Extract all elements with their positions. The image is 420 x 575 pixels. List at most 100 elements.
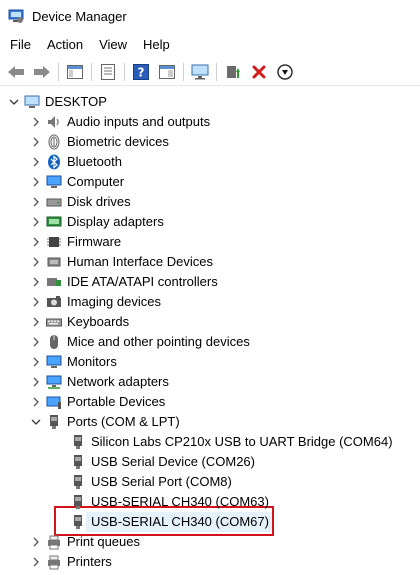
- category-printers[interactable]: Printers: [30, 552, 112, 572]
- red-x-icon: [252, 65, 266, 78]
- mouse-icon: [46, 334, 62, 350]
- menu-file[interactable]: File: [0, 34, 39, 56]
- category-firmware[interactable]: Firmware: [30, 232, 121, 252]
- expand-chevron-icon[interactable]: [30, 392, 42, 412]
- category-display[interactable]: Display adapters: [30, 212, 164, 232]
- category-audio-label: Audio inputs and outputs: [67, 114, 211, 129]
- pane-icon: [159, 64, 175, 79]
- show-hide-console-tree-button[interactable]: [65, 62, 85, 82]
- category-computer[interactable]: Computer: [30, 172, 124, 192]
- properties-button[interactable]: [98, 62, 118, 82]
- expand-chevron-icon[interactable]: [30, 332, 42, 352]
- expand-chevron-icon[interactable]: [30, 312, 42, 332]
- port-device-label: Silicon Labs CP210x USB to UART Bridge (…: [91, 434, 393, 449]
- console-tree-icon: [67, 64, 83, 79]
- expand-chevron-icon[interactable]: [30, 252, 42, 272]
- back-arrow-icon: [8, 65, 24, 78]
- category-monitors[interactable]: Monitors: [30, 352, 117, 372]
- port-device-item[interactable]: USB Serial Port (COM8): [70, 472, 232, 492]
- category-display-label: Display adapters: [67, 214, 164, 229]
- monitor-icon: [46, 174, 62, 190]
- collapse-chevron-icon[interactable]: [8, 92, 20, 112]
- ide-controller-icon: [46, 274, 62, 290]
- toolbar-separator: [216, 62, 217, 81]
- category-portable[interactable]: Portable Devices: [30, 392, 165, 412]
- collapse-chevron-icon[interactable]: [30, 412, 42, 432]
- category-biometric-label: Biometric devices: [67, 134, 169, 149]
- expand-chevron-icon[interactable]: [30, 552, 42, 572]
- svg-text:?: ?: [138, 65, 145, 79]
- category-keyboards[interactable]: Keyboards: [30, 312, 129, 332]
- disable-device-button[interactable]: [275, 62, 295, 82]
- update-driver-icon: [227, 65, 240, 78]
- port-device-label: USB Serial Port (COM8): [91, 474, 232, 489]
- port-device-item[interactable]: USB-SERIAL CH340 (COM63): [70, 492, 269, 512]
- tree-root-label: DESKTOP: [45, 94, 107, 109]
- display-adapter-icon: [46, 214, 62, 230]
- expand-chevron-icon[interactable]: [30, 172, 42, 192]
- title-bar: Device Manager: [0, 0, 420, 32]
- monitor-icon: [191, 64, 209, 79]
- menu-action[interactable]: Action: [39, 34, 91, 56]
- port-device-label: USB-SERIAL CH340 (COM67): [91, 514, 269, 529]
- forward-button[interactable]: [32, 62, 52, 82]
- network-adapter-icon: [46, 374, 62, 390]
- toolbar-separator: [124, 62, 125, 81]
- window-title: Device Manager: [32, 8, 127, 24]
- expand-chevron-icon[interactable]: [30, 232, 42, 252]
- category-hid[interactable]: Human Interface Devices: [30, 252, 213, 272]
- menu-view[interactable]: View: [91, 34, 135, 56]
- category-mice-label: Mice and other pointing devices: [67, 334, 250, 349]
- toolbar-separator: [91, 62, 92, 81]
- expand-chevron-icon[interactable]: [30, 352, 42, 372]
- update-driver-button[interactable]: [223, 62, 243, 82]
- category-audio[interactable]: Audio inputs and outputs: [30, 112, 210, 132]
- category-mice[interactable]: Mice and other pointing devices: [30, 332, 250, 352]
- uninstall-device-button[interactable]: [249, 62, 269, 82]
- expand-chevron-icon[interactable]: [30, 152, 42, 172]
- help-icon: ?: [133, 63, 149, 80]
- expand-chevron-icon[interactable]: [30, 372, 42, 392]
- category-monitors-label: Monitors: [67, 354, 117, 369]
- help-button[interactable]: ?: [131, 62, 151, 82]
- action-pane-button[interactable]: [157, 62, 177, 82]
- printer-icon: [46, 534, 62, 550]
- menu-help[interactable]: Help: [135, 34, 178, 56]
- port-device-item[interactable]: USB Serial Device (COM26): [70, 452, 255, 472]
- down-arrow-circle-icon: [277, 63, 293, 80]
- toolbar-separator: [58, 62, 59, 81]
- expand-chevron-icon[interactable]: [30, 132, 42, 152]
- category-disk-label: Disk drives: [67, 194, 131, 209]
- expand-chevron-icon[interactable]: [30, 192, 42, 212]
- properties-icon: [101, 63, 115, 80]
- category-disk[interactable]: Disk drives: [30, 192, 131, 212]
- category-keyboards-label: Keyboards: [67, 314, 130, 329]
- expand-chevron-icon[interactable]: [30, 272, 42, 292]
- category-printqueues[interactable]: Print queues: [30, 532, 140, 552]
- category-imaging[interactable]: Imaging devices: [30, 292, 161, 312]
- category-portable-label: Portable Devices: [67, 394, 166, 409]
- scan-hardware-button[interactable]: [190, 62, 210, 82]
- tree-root-desktop[interactable]: DESKTOP: [8, 92, 107, 112]
- category-network[interactable]: Network adapters: [30, 372, 169, 392]
- category-biometric[interactable]: Biometric devices: [30, 132, 169, 152]
- expand-chevron-icon[interactable]: [30, 532, 42, 552]
- port-device-item-selected[interactable]: USB-SERIAL CH340 (COM67): [70, 512, 269, 532]
- port-connector-icon: [70, 454, 86, 470]
- expand-chevron-icon[interactable]: [30, 292, 42, 312]
- category-hid-label: Human Interface Devices: [67, 254, 213, 269]
- category-ports[interactable]: Ports (COM & LPT): [30, 412, 180, 432]
- port-connector-icon: [70, 514, 86, 530]
- device-manager-icon: [8, 9, 24, 23]
- expand-chevron-icon[interactable]: [30, 112, 42, 132]
- disk-drive-icon: [46, 194, 62, 210]
- category-computer-label: Computer: [67, 174, 125, 189]
- menu-bar: File Action View Help: [0, 34, 420, 56]
- category-bluetooth[interactable]: Bluetooth: [30, 152, 122, 172]
- back-button[interactable]: [6, 62, 26, 82]
- port-device-item[interactable]: Silicon Labs CP210x USB to UART Bridge (…: [70, 432, 393, 452]
- category-ide-label: IDE ATA/ATAPI controllers: [67, 274, 218, 289]
- port-connector-icon: [70, 434, 86, 450]
- expand-chevron-icon[interactable]: [30, 212, 42, 232]
- category-ide[interactable]: IDE ATA/ATAPI controllers: [30, 272, 218, 292]
